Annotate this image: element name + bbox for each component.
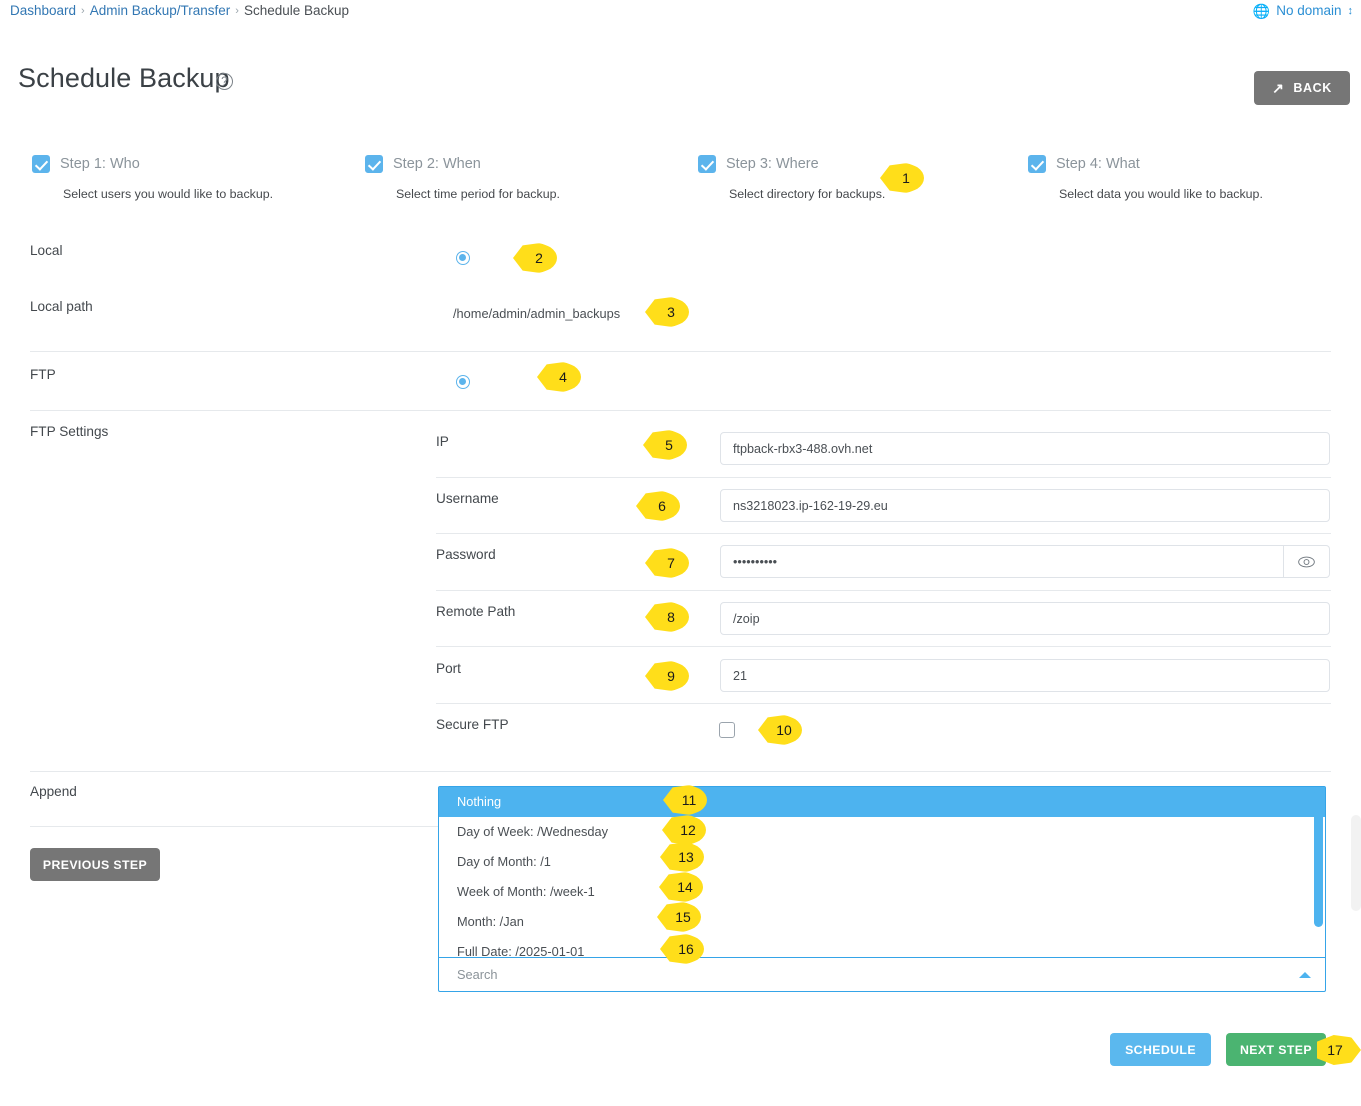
divider xyxy=(436,590,1331,591)
local-radio[interactable] xyxy=(456,251,470,265)
marker-bubble-icon xyxy=(758,715,802,745)
step-3-checkbox-icon[interactable] xyxy=(698,155,716,173)
ip-label: IP xyxy=(436,434,449,449)
up-down-caret-icon: ↕ xyxy=(1347,4,1354,17)
secure-ftp-checkbox[interactable] xyxy=(719,722,735,738)
callout-marker-7: 7 xyxy=(645,548,689,578)
step-1-subtitle: Select users you would like to backup. xyxy=(63,187,274,201)
append-option-full-date[interactable]: Full Date: /2025-01-01 xyxy=(439,937,1325,957)
marker-bubble-icon xyxy=(645,602,689,632)
step-4-title: Step 4: What xyxy=(1056,156,1140,172)
eye-icon xyxy=(1298,556,1315,567)
step-3-title: Step 3: Where xyxy=(726,156,819,172)
callout-marker-4: 4 xyxy=(537,362,581,392)
step-1-title: Step 1: Who xyxy=(60,156,140,172)
ftp-settings-label: FTP Settings xyxy=(30,424,109,439)
callout-marker-9: 9 xyxy=(645,661,689,691)
next-step-button[interactable]: NEXT STEP xyxy=(1226,1033,1326,1066)
remote-path-label: Remote Path xyxy=(436,604,516,619)
username-label: Username xyxy=(436,491,499,506)
append-dropdown-search-row[interactable] xyxy=(439,958,1325,991)
port-input[interactable] xyxy=(720,659,1330,692)
marker-bubble-icon xyxy=(645,548,689,578)
step-1-who[interactable]: Step 1: Who Select users you would like … xyxy=(32,155,362,201)
breadcrumb: Dashboard › Admin Backup/Transfer › Sche… xyxy=(10,3,349,18)
callout-marker-5: 5 xyxy=(643,430,687,460)
schedule-button[interactable]: SCHEDULE xyxy=(1110,1033,1211,1066)
step-2-when[interactable]: Step 2: When Select time period for back… xyxy=(365,155,695,201)
divider xyxy=(30,351,1331,352)
marker-bubble-icon xyxy=(636,491,680,521)
divider xyxy=(30,410,1331,411)
marker-bubble-icon xyxy=(645,661,689,691)
breadcrumb-item-schedule-backup: Schedule Backup xyxy=(243,3,350,18)
share-arrow-icon: ↗ xyxy=(1272,80,1285,96)
password-input[interactable] xyxy=(720,545,1284,578)
breadcrumb-item-dashboard[interactable]: Dashboard xyxy=(10,3,76,18)
domain-selector[interactable]: 🌐 No domain ↕ xyxy=(1253,3,1353,18)
callout-marker-8: 8 xyxy=(645,602,689,632)
append-option-week-of-month[interactable]: Week of Month: /week-1 xyxy=(439,877,1325,907)
page-header: Schedule Backup ? ↗ BACK xyxy=(0,63,1361,113)
local-path-value: /home/admin/admin_backups xyxy=(453,306,621,321)
divider xyxy=(436,646,1331,647)
callout-marker-3: 3 xyxy=(645,297,689,327)
ip-input[interactable] xyxy=(720,432,1330,465)
back-button-label: BACK xyxy=(1293,81,1332,95)
domain-selector-label: No domain xyxy=(1276,3,1342,18)
secure-ftp-label: Secure FTP xyxy=(436,717,509,732)
globe-icon: 🌐 xyxy=(1252,2,1271,19)
step-2-title: Step 2: When xyxy=(393,156,481,172)
page-title: Schedule Backup xyxy=(18,63,230,93)
callout-marker-2: 2 xyxy=(513,243,557,273)
append-dropdown-list[interactable]: Nothing Day of Week: /Wednesday Day of M… xyxy=(439,787,1325,958)
step-3-where[interactable]: Step 3: Where Select directory for backu… xyxy=(698,155,1028,201)
marker-bubble-icon xyxy=(537,362,581,392)
password-reveal-button[interactable] xyxy=(1284,545,1330,578)
callout-marker-6: 6 xyxy=(636,491,680,521)
marker-bubble-icon xyxy=(513,243,557,273)
breadcrumb-item-admin-backup-transfer[interactable]: Admin Backup/Transfer xyxy=(90,3,231,18)
username-input[interactable] xyxy=(720,489,1330,522)
step-4-what[interactable]: Step 4: What Select data you would like … xyxy=(1028,155,1358,201)
ftp-radio[interactable] xyxy=(456,375,470,389)
append-option-month[interactable]: Month: /Jan xyxy=(439,907,1325,937)
divider xyxy=(436,533,1331,534)
port-label: Port xyxy=(436,661,461,676)
top-bar: Dashboard › Admin Backup/Transfer › Sche… xyxy=(0,0,1361,21)
append-option-day-of-week[interactable]: Day of Week: /Wednesday xyxy=(439,817,1325,847)
callout-marker-10: 10 xyxy=(758,715,802,745)
remote-path-input[interactable] xyxy=(720,602,1330,635)
divider xyxy=(30,771,1331,772)
local-label: Local xyxy=(30,243,63,258)
append-dropdown-scrollbar-thumb[interactable] xyxy=(1314,789,1323,927)
ftp-label: FTP xyxy=(30,367,56,382)
append-label: Append xyxy=(30,784,77,799)
step-2-subtitle: Select time period for backup. xyxy=(396,187,560,201)
local-path-label: Local path xyxy=(30,299,93,314)
step-2-checkbox-icon[interactable] xyxy=(365,155,383,173)
step-1-checkbox-icon[interactable] xyxy=(32,155,50,173)
caret-up-icon[interactable] xyxy=(1299,972,1311,978)
marker-bubble-icon xyxy=(643,430,687,460)
help-icon[interactable]: ? xyxy=(216,73,233,90)
divider xyxy=(30,826,438,827)
append-search-input[interactable] xyxy=(439,966,1325,983)
breadcrumb-separator-icon: › xyxy=(81,4,85,17)
step-4-checkbox-icon[interactable] xyxy=(1028,155,1046,173)
marker-bubble-icon xyxy=(645,297,689,327)
append-dropdown[interactable]: Nothing Day of Week: /Wednesday Day of M… xyxy=(438,786,1326,992)
back-button[interactable]: ↗ BACK xyxy=(1254,71,1350,105)
divider xyxy=(436,477,1331,478)
breadcrumb-separator-icon: › xyxy=(235,4,239,17)
steps-row: Step 1: Who Select users you would like … xyxy=(0,155,1361,215)
divider xyxy=(436,703,1331,704)
append-option-nothing[interactable]: Nothing xyxy=(439,787,1325,817)
previous-step-button[interactable]: PREVIOUS STEP xyxy=(30,848,160,881)
step-3-subtitle: Select directory for backups. xyxy=(729,187,886,201)
step-4-subtitle: Select data you would like to backup. xyxy=(1059,187,1263,201)
password-label: Password xyxy=(436,547,496,562)
append-option-day-of-month[interactable]: Day of Month: /1 xyxy=(439,847,1325,877)
page-scrollbar-thumb[interactable] xyxy=(1351,815,1361,911)
